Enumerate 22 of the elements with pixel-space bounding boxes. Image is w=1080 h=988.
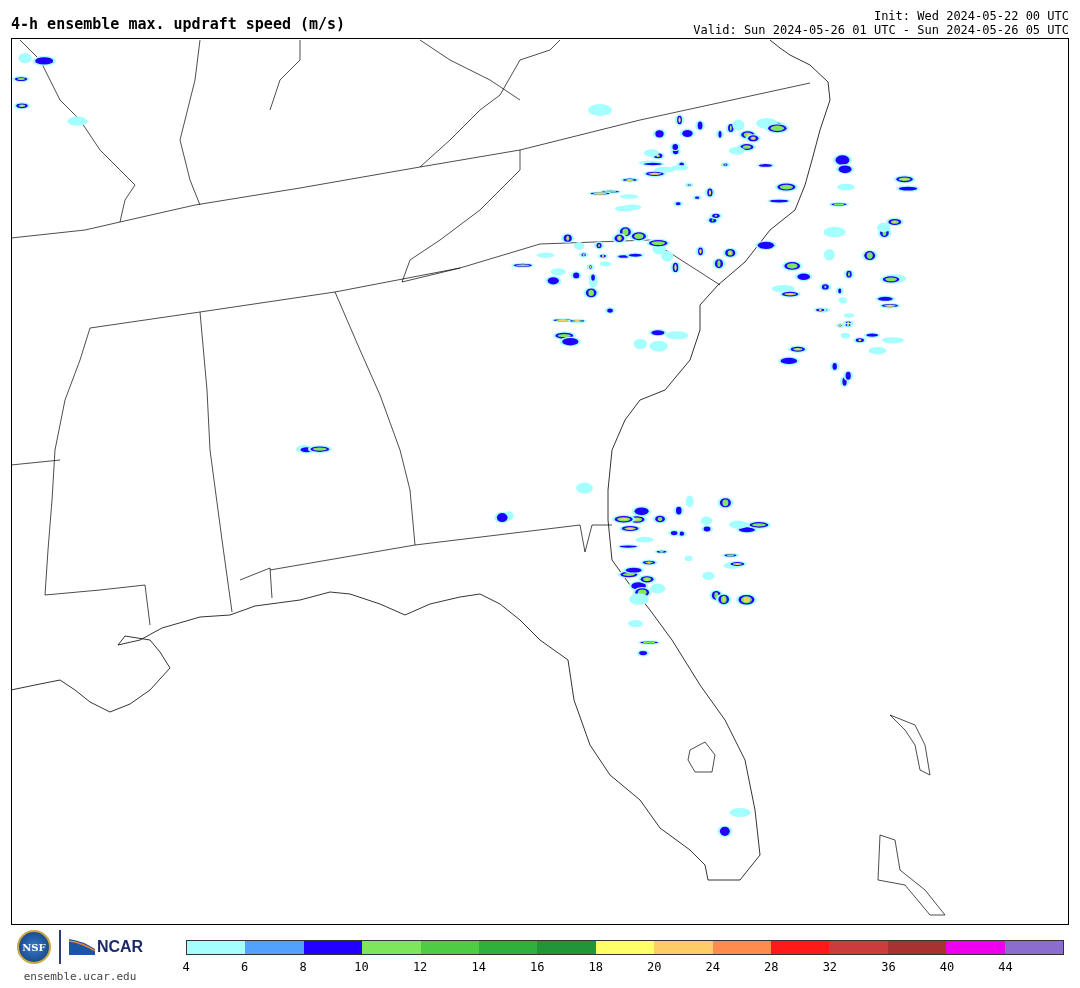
tick-label: 28 — [764, 960, 779, 974]
nsf-logo: NSF — [16, 930, 51, 964]
tick-label: 6 — [240, 960, 249, 974]
tick-label: 24 — [705, 960, 720, 974]
website-url: ensemble.ucar.edu — [23, 970, 137, 983]
init-time: Init: Wed 2024-05-22 00 UTC — [873, 9, 1069, 23]
tick-label: 44 — [998, 960, 1013, 974]
ncar-logo-text: NCAR — [96, 938, 144, 956]
tick-label: 20 — [647, 960, 662, 974]
tick-label: 16 — [529, 960, 545, 974]
tick-label: 8 — [299, 960, 307, 974]
ncar-swoosh-icon — [68, 937, 95, 957]
tick-label: 4 — [182, 960, 190, 974]
tick-label: 40 — [939, 960, 955, 974]
tick-label: 36 — [881, 960, 896, 974]
tick-label: 14 — [471, 960, 486, 974]
plot-title: 4-h ensemble max. updraft speed (m/s) — [11, 15, 346, 35]
tick-label: 32 — [822, 960, 838, 974]
tick-label: 10 — [354, 960, 369, 974]
tick-label: 18 — [588, 960, 603, 974]
valid-time: Valid: Sun 2024-05-26 01 UTC - Sun 2024-05-26 05 UTC — [693, 23, 1069, 37]
tick-label: 12 — [412, 960, 428, 974]
